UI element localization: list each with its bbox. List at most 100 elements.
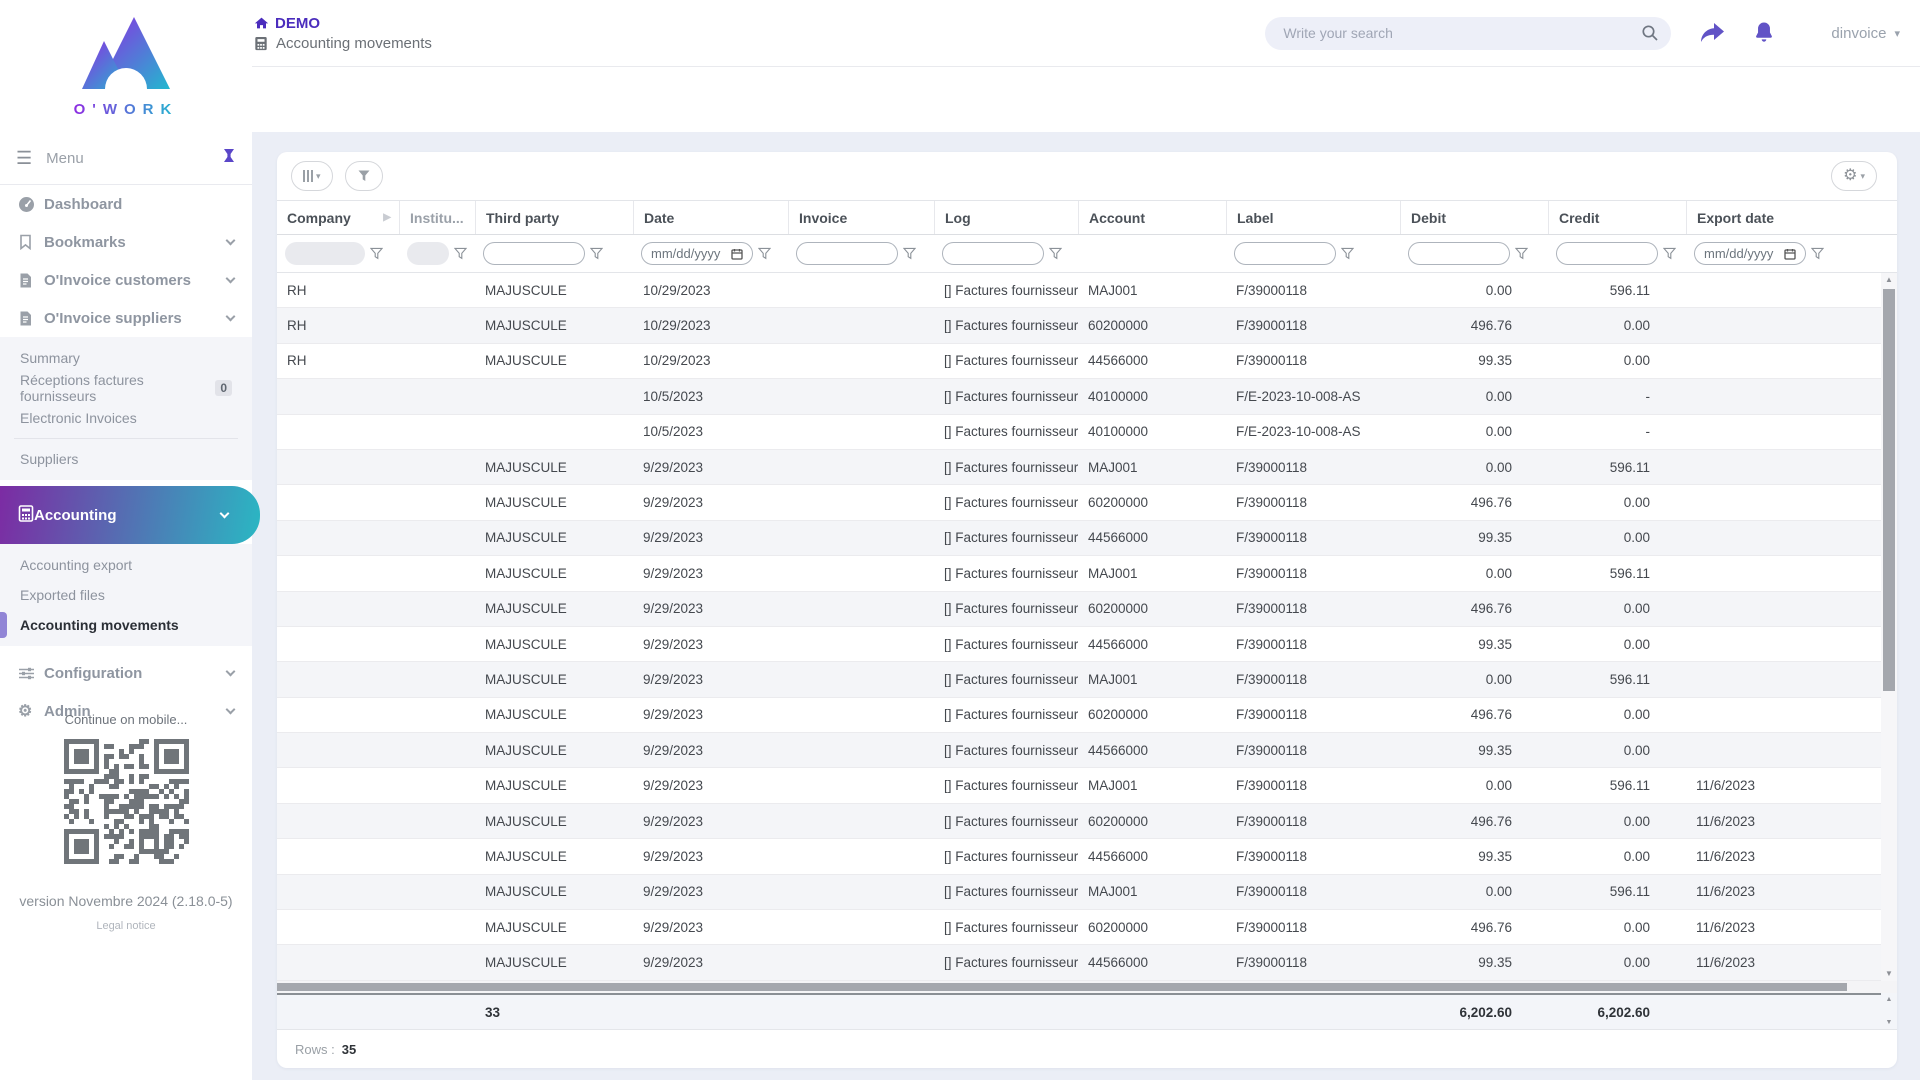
column-header-invoice[interactable]: Invoice <box>788 201 934 234</box>
scroll-up-icon[interactable]: ▲ <box>1885 273 1893 287</box>
submenu-item-electronic-invoices[interactable]: Electronic Invoices <box>0 403 252 433</box>
sidebar-item-configuration[interactable]: Configuration <box>0 654 252 692</box>
sidebar-item-oinvoice-suppliers[interactable]: O'Invoice suppliers <box>0 299 252 337</box>
funnel-icon[interactable] <box>903 247 916 260</box>
column-header-log[interactable]: Log <box>934 201 1078 234</box>
submenu-item-exported-files[interactable]: Exported files <box>0 580 252 610</box>
table-body: RHMAJUSCULE10/29/2023[] Factures fournis… <box>277 273 1897 981</box>
funnel-icon[interactable] <box>454 247 467 260</box>
table-row[interactable]: MAJUSCULE9/29/2023[] Factures fournisseu… <box>277 768 1881 803</box>
column-header-label[interactable]: Label <box>1226 201 1400 234</box>
funnel-icon[interactable] <box>370 247 383 260</box>
funnel-icon[interactable] <box>1515 247 1528 260</box>
user-menu[interactable]: dinvoice ▾ <box>1831 25 1900 42</box>
funnel-icon[interactable] <box>590 247 603 260</box>
table-row[interactable]: MAJUSCULE9/29/2023[] Factures fournisseu… <box>277 485 1881 520</box>
table-row[interactable]: MAJUSCULE9/29/2023[] Factures fournisseu… <box>277 556 1881 591</box>
submenu-item-accounting-export[interactable]: Accounting export <box>0 550 252 580</box>
filter-input[interactable] <box>942 242 1044 265</box>
column-header-company[interactable]: Company▶ <box>277 201 399 234</box>
calendar-icon[interactable] <box>731 248 743 260</box>
date-filter-input[interactable]: mm/dd/yyyy <box>1694 242 1806 265</box>
table-row[interactable]: MAJUSCULE9/29/2023[] Factures fournisseu… <box>277 733 1881 768</box>
column-header-debit[interactable]: Debit <box>1400 201 1548 234</box>
filter-button[interactable] <box>345 161 383 191</box>
cell-label: F/39000118 <box>1226 318 1400 333</box>
breadcrumb-app[interactable]: DEMO <box>254 15 432 32</box>
sidebar-item-oinvoice-customers[interactable]: O'Invoice customers <box>0 261 252 299</box>
column-header-label: Debit <box>1411 210 1446 226</box>
column-header-label: Invoice <box>799 210 847 226</box>
column-header-account[interactable]: Account <box>1078 201 1226 234</box>
app-logo: O'WORK <box>0 0 252 132</box>
funnel-icon[interactable] <box>758 247 771 260</box>
funnel-icon[interactable] <box>1811 247 1824 260</box>
table-row[interactable]: 10/5/2023[] Factures fournisseurs4010000… <box>277 379 1881 414</box>
table-row[interactable]: MAJUSCULE9/29/2023[] Factures fournisseu… <box>277 450 1881 485</box>
funnel-icon[interactable] <box>1663 247 1676 260</box>
legal-notice-link[interactable]: Legal notice <box>0 920 252 932</box>
table-row[interactable]: MAJUSCULE9/29/2023[] Factures fournisseu… <box>277 521 1881 556</box>
column-header-date[interactable]: Date <box>633 201 788 234</box>
table-row[interactable]: RHMAJUSCULE10/29/2023[] Factures fournis… <box>277 344 1881 379</box>
cell-label: F/39000118 <box>1226 353 1400 368</box>
calendar-icon[interactable] <box>1784 248 1796 260</box>
submenu-item-receptions[interactable]: Réceptions factures fournisseurs 0 <box>0 373 252 403</box>
submenu-item-suppliers[interactable]: Suppliers <box>0 444 252 474</box>
vertical-scrollbar-thumb[interactable] <box>1883 289 1895 691</box>
table-row[interactable]: MAJUSCULE9/29/2023[] Factures fournisseu… <box>277 804 1881 839</box>
sidebar-item-label: O'Invoice suppliers <box>44 310 182 327</box>
scroll-down-icon[interactable]: ▼ <box>1886 1019 1893 1026</box>
table-row[interactable]: MAJUSCULE9/29/2023[] Factures fournisseu… <box>277 627 1881 662</box>
hamburger-icon[interactable]: ☰ <box>16 148 32 169</box>
cell-log: [] Factures fournisseurs <box>934 424 1078 439</box>
table-row[interactable]: MAJUSCULE9/29/2023[] Factures fournisseu… <box>277 945 1881 980</box>
horizontal-scrollbar[interactable] <box>277 981 1897 993</box>
scroll-up-icon[interactable]: ▲ <box>1886 996 1893 1003</box>
table-row[interactable]: MAJUSCULE9/29/2023[] Factures fournisseu… <box>277 910 1881 945</box>
filter-cell <box>934 242 1078 265</box>
table-row[interactable]: MAJUSCULE9/29/2023[] Factures fournisseu… <box>277 875 1881 910</box>
submenu-item-summary[interactable]: Summary <box>0 343 252 373</box>
column-header-export-date[interactable]: Export date <box>1686 201 1881 234</box>
sidebar-item-bookmarks[interactable]: Bookmarks <box>0 223 252 261</box>
column-header-credit[interactable]: Credit <box>1548 201 1686 234</box>
cell-log: [] Factures fournisseurs <box>934 601 1078 616</box>
column-header-label: Institu... <box>410 210 464 226</box>
table-row[interactable]: 10/5/2023[] Factures fournisseurs4010000… <box>277 415 1881 450</box>
filter-input[interactable] <box>796 242 898 265</box>
rows-label: Rows : <box>295 1042 335 1057</box>
horizontal-scrollbar-thumb[interactable] <box>277 983 1847 991</box>
filter-input[interactable] <box>483 242 585 265</box>
date-filter-input[interactable]: mm/dd/yyyy <box>641 242 753 265</box>
funnel-icon[interactable] <box>1049 247 1062 260</box>
table-row[interactable]: MAJUSCULE9/29/2023[] Factures fournisseu… <box>277 698 1881 733</box>
filter-input[interactable] <box>1234 242 1336 265</box>
search-input[interactable] <box>1283 25 1641 41</box>
table-row[interactable]: MAJUSCULE9/29/2023[] Factures fournisseu… <box>277 662 1881 697</box>
cell-log: [] Factures fournisseurs <box>934 495 1078 510</box>
table-row[interactable]: RHMAJUSCULE10/29/2023[] Factures fournis… <box>277 273 1881 308</box>
table-row[interactable]: RHMAJUSCULE10/29/2023[] Factures fournis… <box>277 308 1881 343</box>
sidebar-item-dashboard[interactable]: Dashboard <box>0 185 252 223</box>
totals-scrollbar-stub[interactable]: ▲▼ <box>1881 993 1897 1029</box>
sidebar-item-accounting[interactable]: Accounting <box>0 486 260 544</box>
column-header-third-party[interactable]: Third party <box>475 201 633 234</box>
table-row[interactable]: MAJUSCULE9/29/2023[] Factures fournisseu… <box>277 592 1881 627</box>
cell-company: RH <box>277 353 399 368</box>
search-icon[interactable] <box>1641 24 1659 42</box>
vertical-scrollbar[interactable]: ▲ ▼ <box>1881 273 1897 981</box>
scroll-down-icon[interactable]: ▼ <box>1885 967 1893 981</box>
bell-icon[interactable] <box>1753 21 1775 45</box>
grid-settings-button[interactable]: ⚙ ▾ <box>1831 161 1877 191</box>
filter-input[interactable] <box>1408 242 1510 265</box>
submenu-item-accounting-movements[interactable]: Accounting movements <box>0 610 252 640</box>
table-row[interactable]: MAJUSCULE9/29/2023[] Factures fournisseu… <box>277 839 1881 874</box>
share-icon[interactable] <box>1699 22 1725 44</box>
pin-icon[interactable] <box>222 148 236 168</box>
cell-account: 60200000 <box>1078 318 1226 333</box>
column-header-institu-[interactable]: Institu... <box>399 201 475 234</box>
columns-button[interactable]: ▾ <box>291 161 333 191</box>
funnel-icon[interactable] <box>1341 247 1354 260</box>
filter-input[interactable] <box>1556 242 1658 265</box>
